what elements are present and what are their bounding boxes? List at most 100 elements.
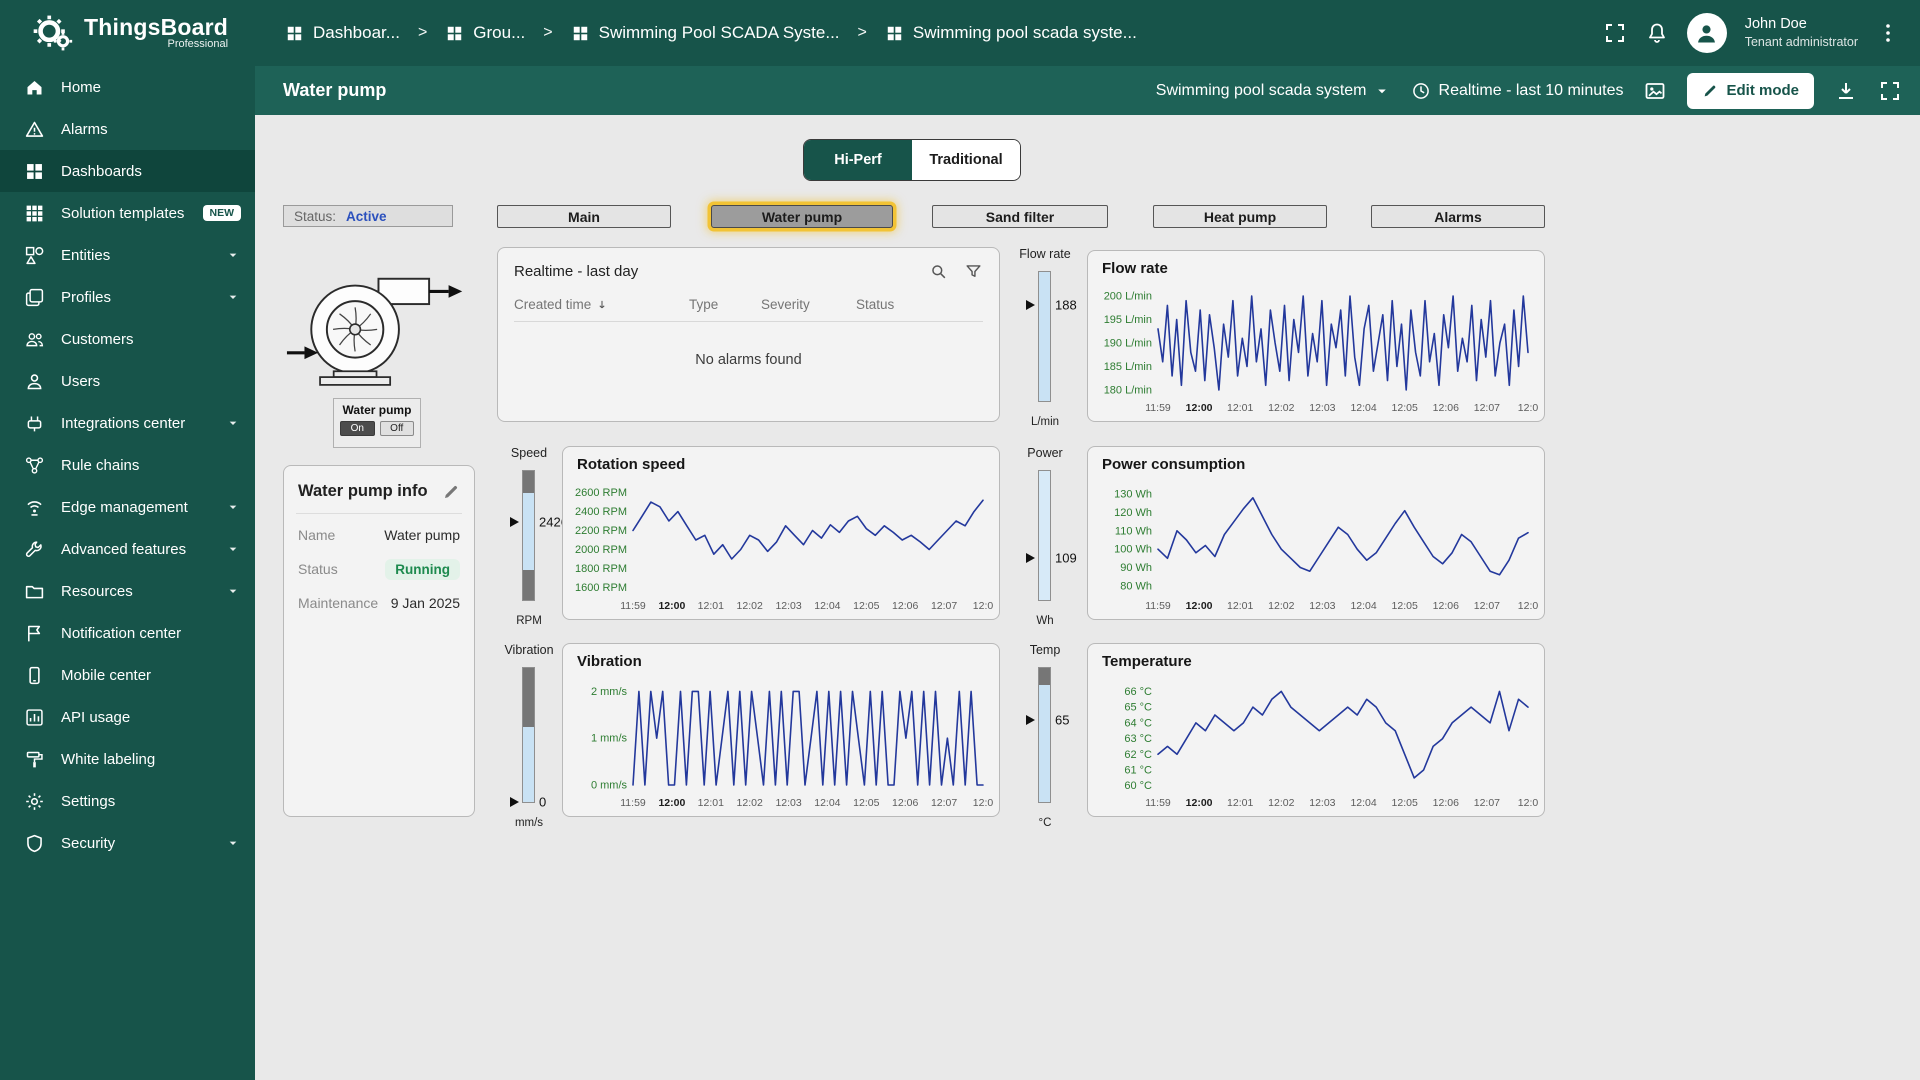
sidebar-item-integrations-center[interactable]: Integrations center [0,402,255,444]
tab-water-pump[interactable]: Water pump [711,205,893,228]
solution-templates-icon [24,203,45,224]
flow-chart: Flow rate200 L/min195 L/min190 L/min185 … [1087,250,1545,422]
sidebar-item-solution-templates[interactable]: Solution templatesNEW [0,192,255,234]
chevron-down-icon [225,499,241,515]
svg-text:12:07: 12:07 [1474,402,1500,414]
sidebar-item-users[interactable]: Users [0,360,255,402]
svg-text:12:07: 12:07 [931,600,957,612]
svg-text:80 Wh: 80 Wh [1120,580,1152,592]
gauge-label: Speed [497,446,561,460]
svg-text:1800 RPM: 1800 RPM [575,563,627,575]
fullscreen-icon[interactable] [1603,21,1627,45]
gauge-bar [1038,667,1051,803]
edit-mode-button[interactable]: Edit mode [1687,73,1814,109]
search-icon[interactable] [929,262,948,281]
toolbar-actions: Swimming pool scada system Realtime - la… [1156,73,1902,109]
notifications-bell-icon[interactable] [1645,21,1669,45]
sidebar-item-notification-center[interactable]: Notification center [0,612,255,654]
filter-icon[interactable] [964,262,983,281]
dashboard-select[interactable]: Swimming pool scada system [1156,82,1391,100]
sidebar-item-settings[interactable]: Settings [0,780,255,822]
edit-pencil-icon[interactable] [442,483,460,501]
chart-plot: 2 mm/s1 mm/s0 mm/s11:5912:0012:0112:0212… [569,674,995,810]
breadcrumb-item[interactable]: Swimming pool scada syste... [885,23,1137,43]
gauge-label: Flow rate [1013,247,1077,261]
vibration-chart: Vibration2 mm/s1 mm/s0 mm/s11:5912:0012:… [562,643,1000,817]
breadcrumb-item[interactable]: Swimming Pool SCADA Syste... [571,23,840,43]
sidebar-item-edge-management[interactable]: Edge management [0,486,255,528]
svg-text:63 °C: 63 °C [1124,733,1152,745]
column-type[interactable]: Type [689,297,761,312]
rule-chains-icon [24,455,45,476]
tab-heat-pump[interactable]: Heat pump [1153,205,1327,228]
breadcrumb-item[interactable]: Grou... [445,23,525,43]
dashboard-grid-icon [445,24,464,43]
sidebar-item-advanced-features[interactable]: Advanced features [0,528,255,570]
sidebar-item-entities[interactable]: Entities [0,234,255,276]
pump-info-rows: NameWater pumpStatusRunningMaintenance9 … [296,518,462,620]
alarms-table-widget: Realtime - last day Created timeTypeSeve… [497,247,1000,422]
expand-dashboard-icon[interactable] [1878,79,1902,103]
settings-icon [24,791,45,812]
svg-text:2600 RPM: 2600 RPM [575,487,627,499]
svg-text:12:00: 12:00 [1186,402,1213,414]
gauge-label: Vibration [497,643,561,657]
tab-alarms[interactable]: Alarms [1371,205,1545,228]
sidebar-item-api-usage[interactable]: API usage [0,696,255,738]
time-range-button[interactable]: Realtime - last 10 minutes [1411,81,1624,101]
gauge-bar [1038,271,1051,402]
svg-text:12:00: 12:00 [1186,600,1213,612]
chart-title: Power consumption [1102,456,1245,473]
notification-icon [24,623,45,644]
svg-text:12:0: 12:0 [973,797,994,809]
thingsboard-logo[interactable]: ThingsBoard Professional [0,11,255,55]
advanced-icon [24,539,45,560]
column-status[interactable]: Status [856,297,894,312]
dashboard-canvas: Hi-PerfTraditional Status: Active [255,115,1920,1080]
svg-text:190 L/min: 190 L/min [1104,338,1152,350]
power-chart: Power consumption130 Wh120 Wh110 Wh100 W… [1087,446,1545,620]
sidebar-item-rule-chains[interactable]: Rule chains [0,444,255,486]
sidebar-item-dashboards[interactable]: Dashboards [0,150,255,192]
chart-plot: 130 Wh120 Wh110 Wh100 Wh90 Wh80 Wh11:591… [1094,477,1540,613]
chart-title: Temperature [1102,653,1192,670]
column-created-time[interactable]: Created time [514,297,689,312]
sidebar-item-resources[interactable]: Resources [0,570,255,612]
avatar[interactable] [1687,13,1727,53]
svg-text:12:03: 12:03 [775,600,801,612]
sidebar-item-profiles[interactable]: Profiles [0,276,255,318]
gauge-bar [522,470,535,601]
download-icon[interactable] [1834,79,1858,103]
svg-text:2 mm/s: 2 mm/s [591,686,628,698]
pump-on-button[interactable]: On [340,421,375,436]
pump-off-button[interactable]: Off [380,421,415,436]
chevron-down-icon [225,415,241,431]
pump-info-row: Maintenance9 Jan 2025 [296,586,462,620]
view-toggle-traditional[interactable]: Traditional [912,140,1020,180]
svg-text:12:02: 12:02 [1268,600,1294,612]
sidebar-item-mobile-center[interactable]: Mobile center [0,654,255,696]
view-toggle-hi-perf[interactable]: Hi-Perf [804,140,912,180]
temperature-chart: Temperature66 °C65 °C64 °C63 °C62 °C61 °… [1087,643,1545,817]
sidebar-item-alarms[interactable]: Alarms [0,108,255,150]
column-severity[interactable]: Severity [761,297,856,312]
chevron-down-icon [225,289,241,305]
tab-main[interactable]: Main [497,205,671,228]
svg-text:11:59: 11:59 [1145,600,1171,612]
breadcrumb-item[interactable]: Dashboar... [285,23,400,43]
svg-text:12:00: 12:00 [1186,797,1213,809]
dashboards-icon [24,161,45,182]
gauge-pointer [510,797,519,807]
svg-text:64 °C: 64 °C [1124,717,1152,729]
logo-title: ThingsBoard [84,15,228,39]
screenshot-icon[interactable] [1643,79,1667,103]
sidebar-item-white-labeling[interactable]: White labeling [0,738,255,780]
kebab-menu-icon[interactable] [1876,21,1900,45]
tab-sand-filter[interactable]: Sand filter [932,205,1108,228]
sidebar-item-customers[interactable]: Customers [0,318,255,360]
sort-down-icon [595,298,609,312]
breadcrumb: Dashboar...>Grou...>Swimming Pool SCADA … [255,23,1603,43]
sidebar-item-home[interactable]: Home [0,66,255,108]
sidebar-item-security[interactable]: Security [0,822,255,864]
resources-icon [24,581,45,602]
